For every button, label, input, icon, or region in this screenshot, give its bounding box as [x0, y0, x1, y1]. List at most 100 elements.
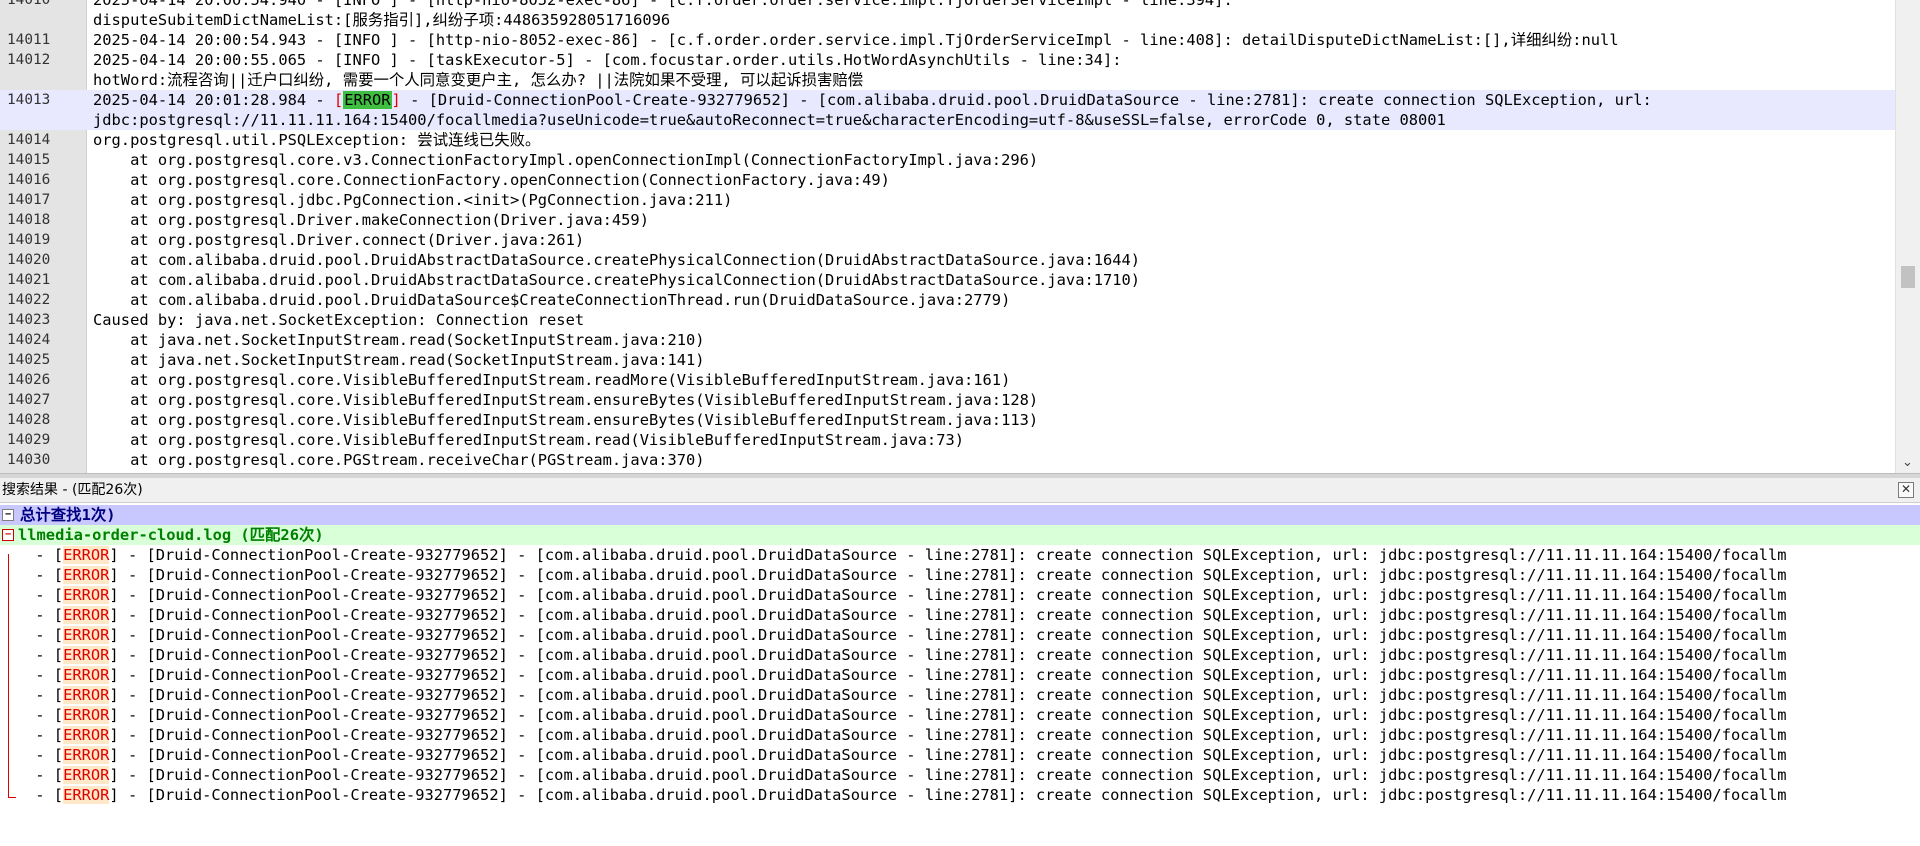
editor-line[interactable]: jdbc:postgresql://11.11.11.164:15400/foc…	[0, 110, 1896, 130]
line-number: 14011	[7, 32, 51, 48]
line-number: 14010	[7, 0, 51, 8]
editor-line[interactable]: 14013 2025-04-14 20:01:28.984 - [ERROR] -…	[0, 90, 1896, 110]
search-hit-text: - [ERROR] - [Druid-ConnectionPool-Create…	[26, 785, 1787, 805]
editor-line[interactable]: 14030 at org.postgresql.core.PGStream.re…	[0, 450, 1896, 470]
search-hit-text: - [ERROR] - [Druid-ConnectionPool-Create…	[26, 765, 1787, 785]
editor-vertical-scrollbar[interactable]: ⌄	[1895, 0, 1920, 473]
line-text: hotWord:流程咨询||迁户口纠纷, 需要一个人同意变更户主, 怎么办? |…	[93, 71, 864, 89]
search-hit-row[interactable]: - [ERROR] - [Druid-ConnectionPool-Create…	[0, 725, 1920, 745]
editor-line[interactable]: 14012 2025-04-14 20:00:55.065 - [INFO ] -…	[0, 50, 1896, 70]
line-text: 2025-04-14 20:01:28.984 - [ERROR] - [Dru…	[93, 90, 1652, 110]
search-hit-text: - [ERROR] - [Druid-ConnectionPool-Create…	[26, 665, 1787, 685]
line-number: 14030	[7, 452, 51, 468]
line-number: 14026	[7, 372, 51, 388]
hit-suffix: ] - [Druid-ConnectionPool-Create-9327796…	[109, 566, 1787, 584]
editor-line[interactable]: 14022 at com.alibaba.druid.pool.DruidDat…	[0, 290, 1896, 310]
hit-prefix: - [	[26, 726, 64, 744]
search-hit-text: - [ERROR] - [Druid-ConnectionPool-Create…	[26, 705, 1787, 725]
line-number: 14023	[7, 312, 51, 328]
editor-line[interactable]: 14015 at org.postgresql.core.v3.Connecti…	[0, 150, 1896, 170]
editor-line[interactable]: 14018 at org.postgresql.Driver.makeConne…	[0, 210, 1896, 230]
line-number: 14013	[7, 92, 51, 108]
tree-connector	[8, 554, 9, 798]
hit-prefix: - [	[26, 746, 64, 764]
editor-line[interactable]: 14019 at org.postgresql.Driver.connect(D…	[0, 230, 1896, 250]
editor-line[interactable]: 14021 at com.alibaba.druid.pool.DruidAbs…	[0, 270, 1896, 290]
hit-match-token: ERROR	[63, 706, 110, 724]
editor-line[interactable]: 14014 org.postgresql.util.PSQLException: …	[0, 130, 1896, 150]
editor-line[interactable]: 14027 at org.postgresql.core.VisibleBuff…	[0, 390, 1896, 410]
search-hit-text: - [ERROR] - [Druid-ConnectionPool-Create…	[26, 565, 1787, 585]
search-hit-row[interactable]: - [ERROR] - [Druid-ConnectionPool-Create…	[0, 545, 1920, 565]
search-hit-row[interactable]: - [ERROR] - [Druid-ConnectionPool-Create…	[0, 665, 1920, 685]
hit-prefix: - [	[26, 766, 64, 784]
hit-suffix: ] - [Druid-ConnectionPool-Create-9327796…	[109, 606, 1787, 624]
collapse-toggle-icon[interactable]: −	[2, 509, 14, 521]
editor-line[interactable]: 14026 at org.postgresql.core.VisibleBuff…	[0, 370, 1896, 390]
hit-prefix: - [	[26, 626, 64, 644]
hit-match-token: ERROR	[63, 566, 110, 584]
line-number: 14025	[7, 352, 51, 368]
search-hit-row[interactable]: - [ERROR] - [Druid-ConnectionPool-Create…	[0, 765, 1920, 785]
line-text: at java.net.SocketInputStream.read(Socke…	[93, 331, 705, 349]
line-text-suffix: - [Druid-ConnectionPool-Create-932779652…	[400, 91, 1652, 109]
hit-match-token: ERROR	[63, 766, 110, 784]
search-hit-row[interactable]: - [ERROR] - [Druid-ConnectionPool-Create…	[0, 685, 1920, 705]
hit-prefix: - [	[26, 546, 64, 564]
close-icon[interactable]: ✕	[1898, 482, 1914, 498]
editor-line[interactable]: 14024 at java.net.SocketInputStream.read…	[0, 330, 1896, 350]
line-number: 14028	[7, 412, 51, 428]
search-hit-row[interactable]: - [ERROR] - [Druid-ConnectionPool-Create…	[0, 605, 1920, 625]
search-hit-row[interactable]: - [ERROR] - [Druid-ConnectionPool-Create…	[0, 705, 1920, 725]
scrollbar-thumb[interactable]	[1901, 266, 1915, 288]
bracket-open: [	[333, 91, 344, 109]
search-hit-text: - [ERROR] - [Druid-ConnectionPool-Create…	[26, 745, 1787, 765]
search-summary-row[interactable]: − 总计查找1次)	[0, 505, 1920, 525]
hit-match-token: ERROR	[63, 626, 110, 644]
line-text: at org.postgresql.core.PGStream.receiveC…	[93, 451, 705, 469]
line-text-prefix: 2025-04-14 20:01:28.984 -	[93, 91, 334, 109]
editor-line[interactable]: 14028 at org.postgresql.core.VisibleBuff…	[0, 410, 1896, 430]
collapse-toggle-icon[interactable]: −	[2, 529, 14, 541]
editor-line[interactable]: disputeSubitemDictNameList:[服务指引],纠纷子项:4…	[0, 10, 1896, 30]
line-text: disputeSubitemDictNameList:[服务指引],纠纷子项:4…	[93, 11, 671, 29]
editor-line[interactable]: 14020 at com.alibaba.druid.pool.DruidAbs…	[0, 250, 1896, 270]
file-result-header[interactable]: − llmedia-order-cloud.log (匹配26次)	[0, 525, 1920, 545]
search-hit-row[interactable]: - [ERROR] - [Druid-ConnectionPool-Create…	[0, 745, 1920, 765]
line-number: 14021	[7, 272, 51, 288]
search-hit-row[interactable]: - [ERROR] - [Druid-ConnectionPool-Create…	[0, 565, 1920, 585]
line-number: 14016	[7, 172, 51, 188]
line-text: Caused by: java.net.SocketException: Con…	[93, 311, 585, 329]
search-hit-text: - [ERROR] - [Druid-ConnectionPool-Create…	[26, 725, 1787, 745]
line-text: at org.postgresql.core.VisibleBufferedIn…	[93, 431, 964, 449]
search-hit-text: - [ERROR] - [Druid-ConnectionPool-Create…	[26, 605, 1787, 625]
line-number: 14012	[7, 52, 51, 68]
hit-match-token: ERROR	[63, 606, 110, 624]
log-editor[interactable]: 14010 2025-04-14 20:00:54.940 - [INFO ] -…	[0, 0, 1920, 473]
search-hit-row[interactable]: - [ERROR] - [Druid-ConnectionPool-Create…	[0, 585, 1920, 605]
line-text: at org.postgresql.core.v3.ConnectionFact…	[93, 151, 1039, 169]
search-hit-text: - [ERROR] - [Druid-ConnectionPool-Create…	[26, 645, 1787, 665]
line-text: at org.postgresql.core.VisibleBufferedIn…	[93, 371, 1011, 389]
hit-prefix: - [	[26, 566, 64, 584]
editor-line[interactable]: 14025 at java.net.SocketInputStream.read…	[0, 350, 1896, 370]
search-results-list[interactable]: − 总计查找1次) − llmedia-order-cloud.log (匹配2…	[0, 505, 1920, 846]
hit-suffix: ] - [Druid-ConnectionPool-Create-9327796…	[109, 746, 1787, 764]
editor-line[interactable]: hotWord:流程咨询||迁户口纠纷, 需要一个人同意变更户主, 怎么办? |…	[0, 70, 1896, 90]
chevron-down-icon[interactable]: ⌄	[1902, 456, 1913, 469]
editor-line[interactable]: 14029 at org.postgresql.core.VisibleBuff…	[0, 430, 1896, 450]
search-hit-row[interactable]: - [ERROR] - [Druid-ConnectionPool-Create…	[0, 645, 1920, 665]
line-text: 2025-04-14 20:00:54.940 - [INFO ] - [htt…	[93, 0, 1233, 9]
editor-line[interactable]: 14016 at org.postgresql.core.ConnectionF…	[0, 170, 1896, 190]
editor-line[interactable]: 14023 Caused by: java.net.SocketException…	[0, 310, 1896, 330]
editor-line[interactable]: 14010 2025-04-14 20:00:54.940 - [INFO ] -…	[0, 0, 1896, 10]
editor-lines: 14010 2025-04-14 20:00:54.940 - [INFO ] -…	[0, 0, 1896, 470]
search-hit-row[interactable]: - [ERROR] - [Druid-ConnectionPool-Create…	[0, 625, 1920, 645]
line-text: jdbc:postgresql://11.11.11.164:15400/foc…	[93, 111, 1446, 129]
editor-line[interactable]: 14017 at org.postgresql.jdbc.PgConnectio…	[0, 190, 1896, 210]
search-hit-row[interactable]: - [ERROR] - [Druid-ConnectionPool-Create…	[0, 785, 1920, 805]
editor-line[interactable]: 14011 2025-04-14 20:00:54.943 - [INFO ] -…	[0, 30, 1896, 50]
hit-suffix: ] - [Druid-ConnectionPool-Create-9327796…	[109, 546, 1787, 564]
hit-match-token: ERROR	[63, 746, 110, 764]
line-text: at org.postgresql.core.ConnectionFactory…	[93, 171, 890, 189]
